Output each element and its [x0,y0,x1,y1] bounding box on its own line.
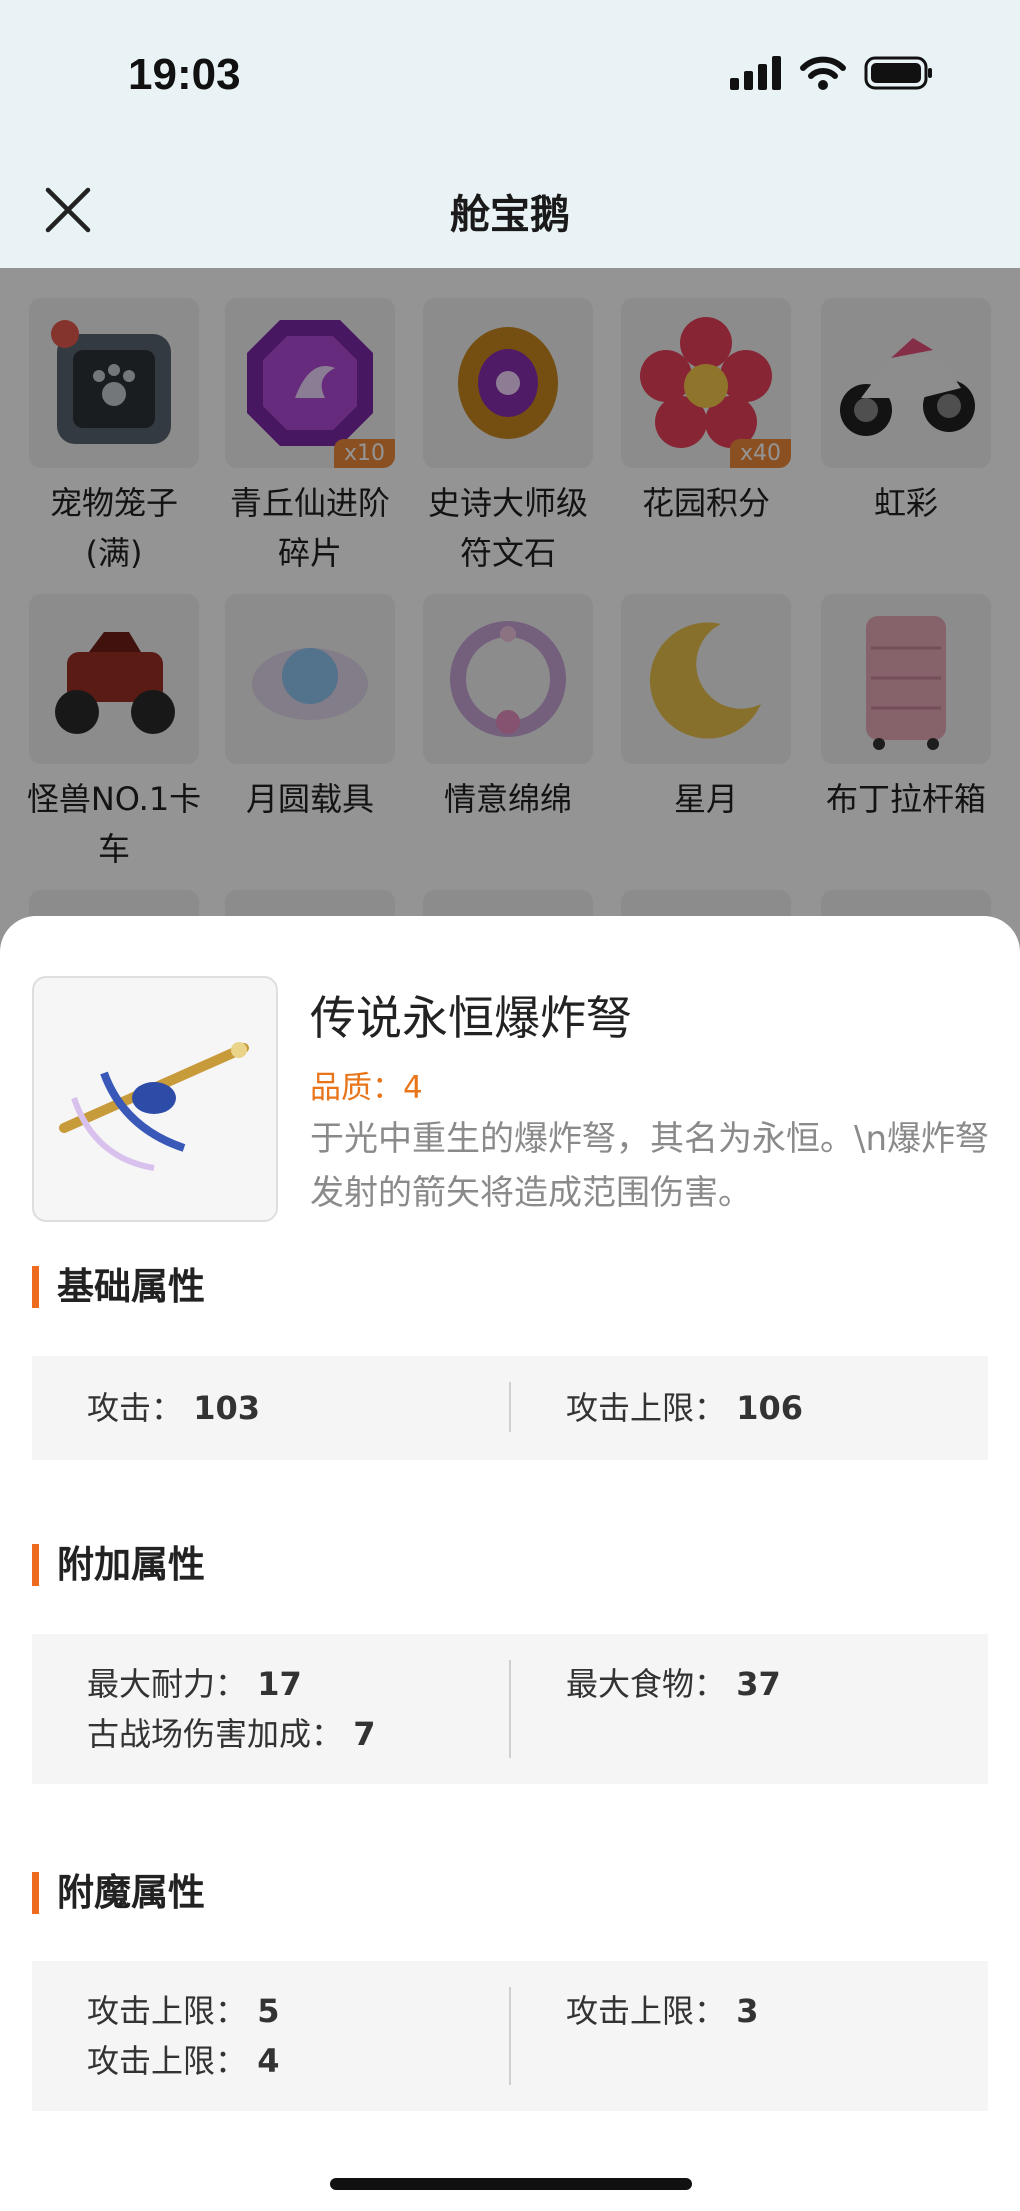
battery-icon [864,56,932,90]
attr-row: 最大食物： 37 [566,1665,781,1703]
attr-divider [509,1660,511,1758]
attr-row: 攻击上限： 106 [566,1389,803,1427]
item-name: 传说永恒爆炸弩 [310,991,632,1045]
status-bar: 19:03 [0,0,1020,150]
section-title-basic: 基础属性 [32,1266,205,1308]
section-title-extra: 附加属性 [32,1544,205,1586]
attr-divider [509,1987,511,2085]
attr-box-extra: 最大耐力： 17 古战场伤害加成： 7 最大食物： 37 [32,1634,988,1784]
attr-row: 最大耐力： 17 [87,1665,302,1703]
attr-row: 攻击上限： 5 [87,1992,280,2030]
attr-row: 攻击上限： 4 [87,2042,280,2080]
signal-icon [730,56,781,90]
status-time: 19:03 [128,50,241,99]
attr-col-left: 最大耐力： 17 古战场伤害加成： 7 [87,1634,375,1784]
attr-row: 古战场伤害加成： 7 [87,1715,376,1753]
item-quality: 品质：4 [310,1070,423,1106]
item-description: 于光中重生的爆炸弩，其名为永恒。\n爆炸弩发射的箭矢将造成范围伤害。 [310,1119,990,1213]
home-indicator[interactable] [330,2178,692,2190]
attr-row: 攻击： 103 [87,1389,260,1427]
attr-col-left: 攻击上限： 5 攻击上限： 4 [87,1961,279,2111]
attr-col-right: 最大食物： 37 [566,1634,781,1784]
wifi-icon [800,56,846,90]
section-title-enchant: 附魔属性 [32,1872,205,1914]
attr-box-basic: 攻击： 103 攻击上限： 106 [32,1356,988,1460]
item-detail-sheet: 传说永恒爆炸弩 品质：4 于光中重生的爆炸弩，其名为永恒。\n爆炸弩发射的箭矢将… [0,916,1020,2211]
status-icons [730,56,934,90]
attr-col-right: 攻击上限： 3 [566,1961,758,2111]
attr-divider [509,1382,511,1432]
nav-bar: 舱宝鹅 [0,150,1020,268]
page-title: 舱宝鹅 [450,192,570,238]
crossbow-icon [32,976,278,1222]
attr-col-left: 攻击： 103 [87,1356,260,1460]
attr-col-right: 攻击上限： 106 [566,1356,803,1460]
attr-row: 攻击上限： 3 [566,1992,759,2030]
attr-box-enchant: 攻击上限： 5 攻击上限： 4 攻击上限： 3 [32,1961,988,2111]
